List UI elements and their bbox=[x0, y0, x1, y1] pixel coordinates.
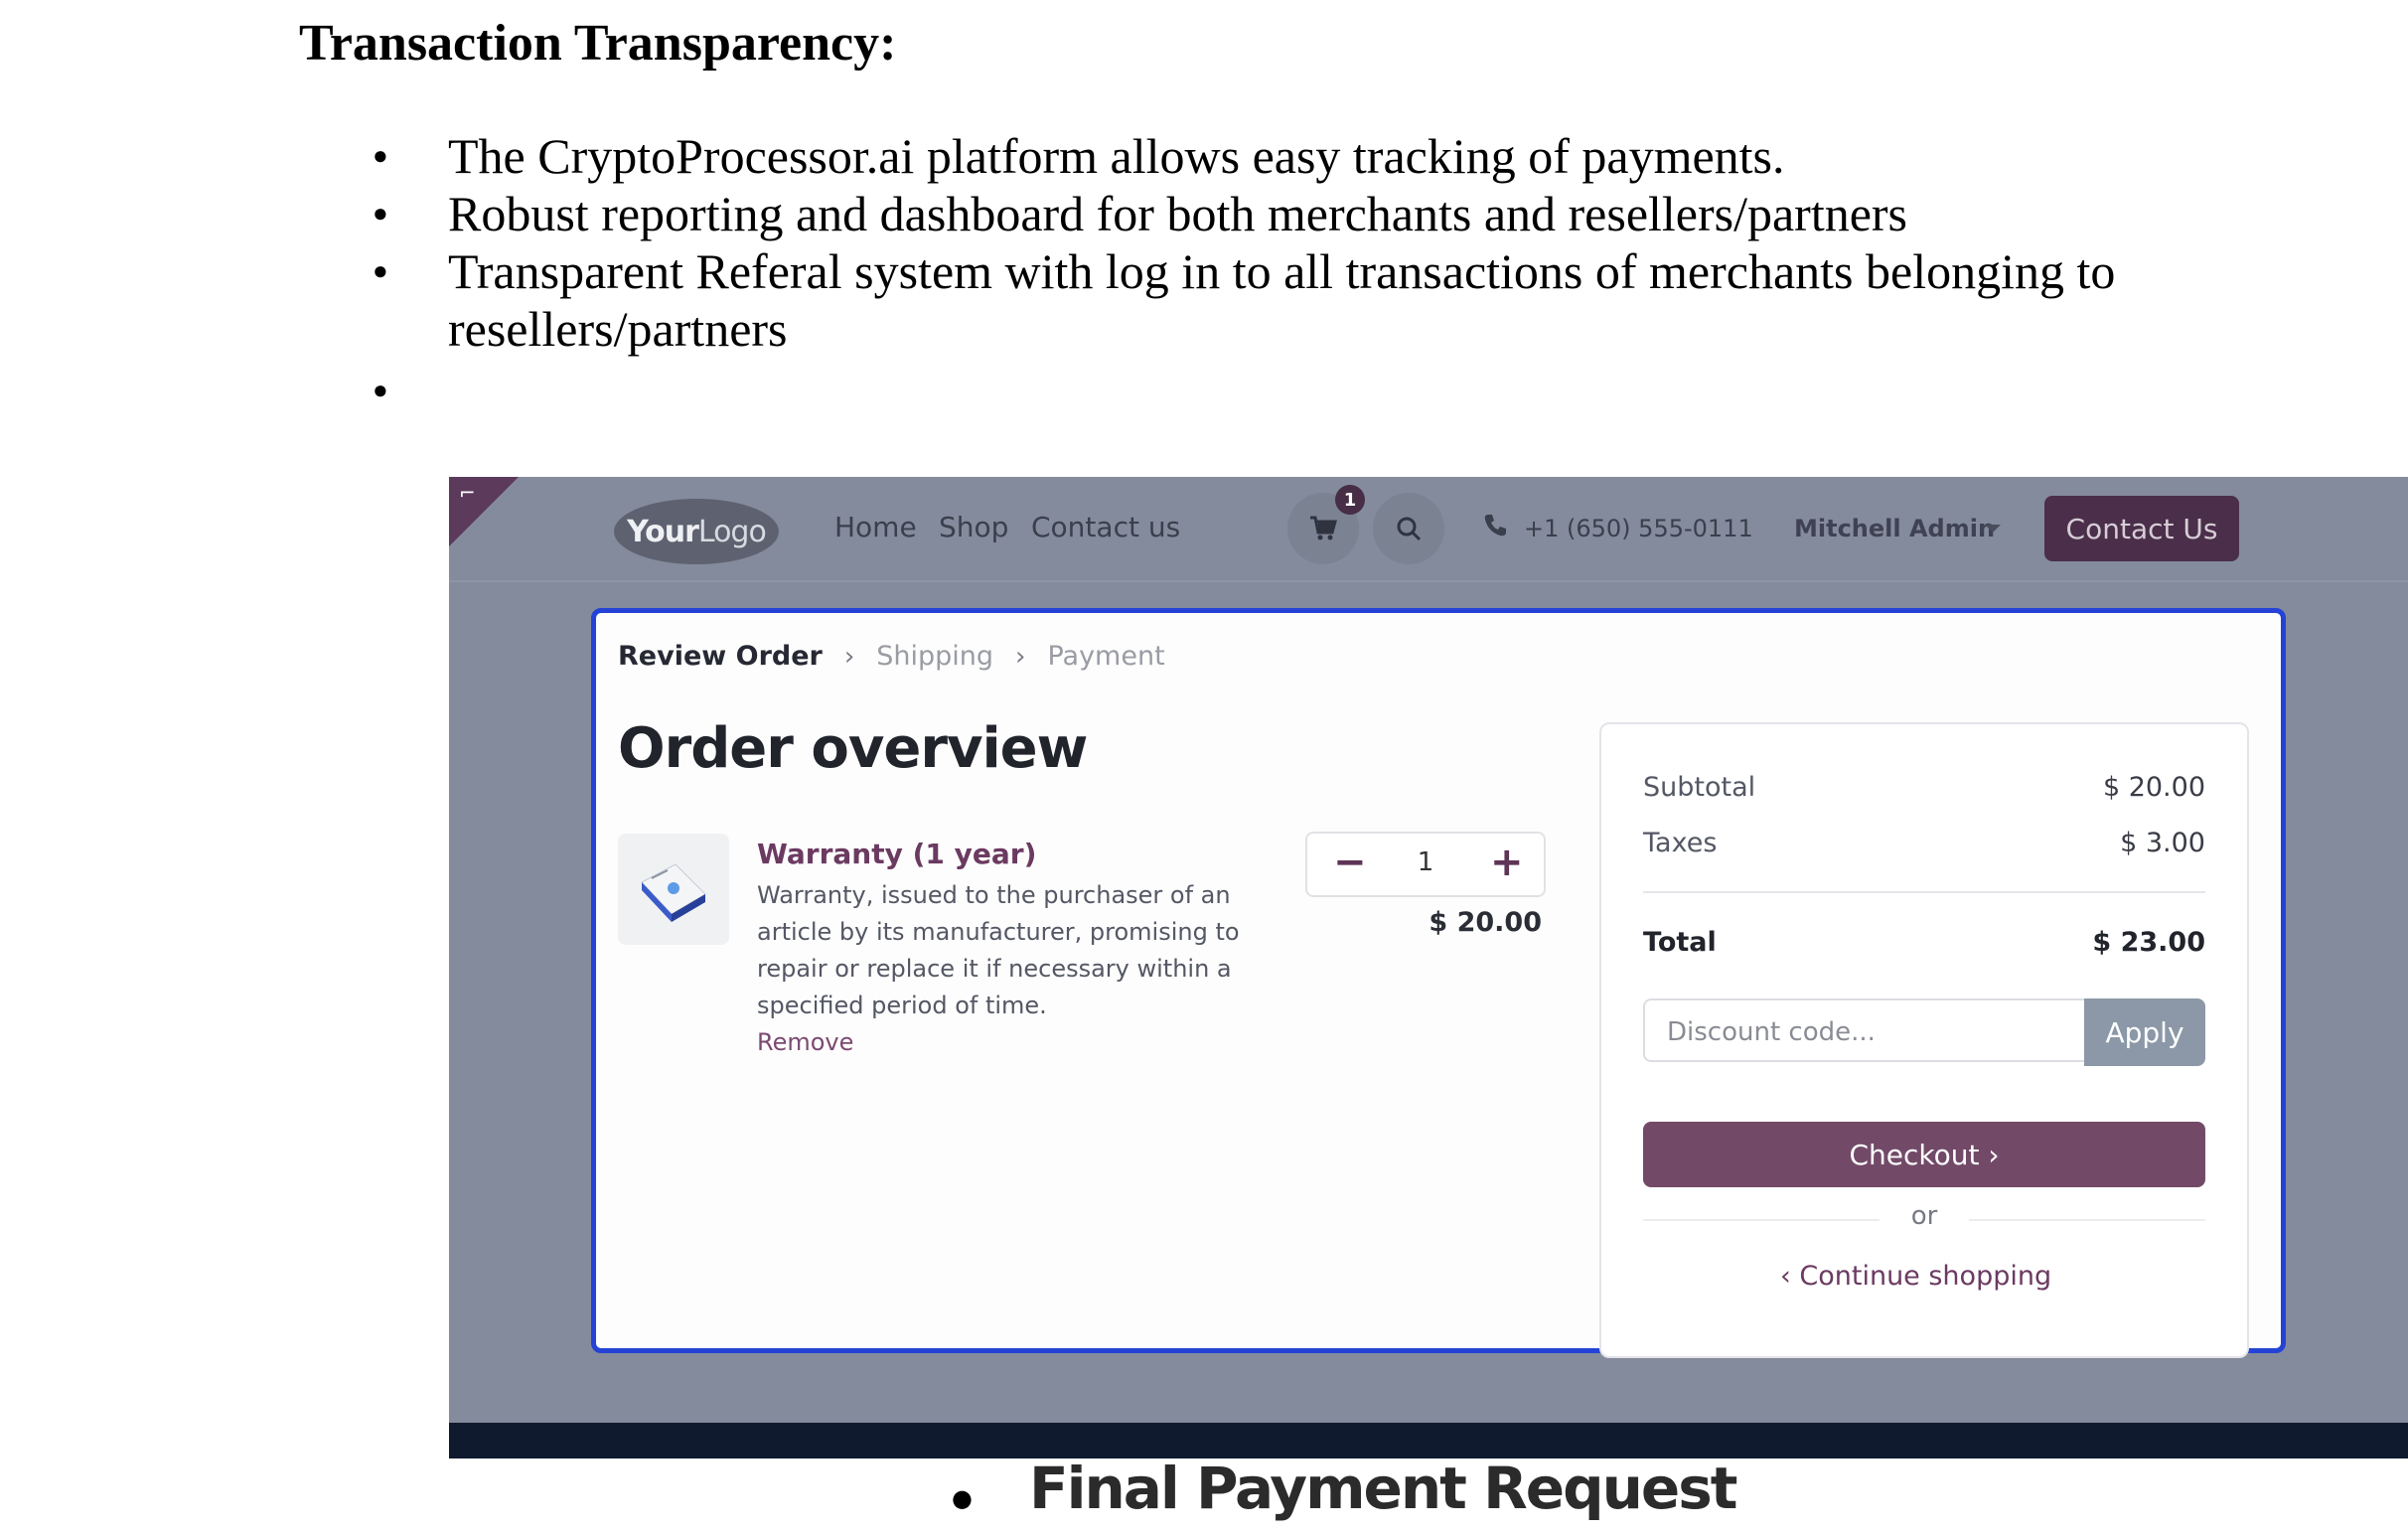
search-button[interactable] bbox=[1373, 493, 1444, 564]
site-logo[interactable]: Your Logo bbox=[614, 499, 779, 564]
breadcrumb: Review Order › Shipping › Payment bbox=[618, 641, 1165, 672]
bullet-dot: ● bbox=[373, 141, 388, 170]
discount-code-input[interactable]: Discount code... bbox=[1643, 998, 2084, 1062]
nav-link-home[interactable]: Home bbox=[834, 511, 917, 543]
subtotal-label: Subtotal bbox=[1643, 772, 1756, 803]
bullet-dot: ● bbox=[373, 256, 388, 285]
bullet-dot: ● bbox=[952, 1484, 973, 1512]
chevron-right-icon: › bbox=[843, 641, 855, 672]
nav-link-shop[interactable]: Shop bbox=[939, 511, 1008, 543]
chevron-right-icon: › bbox=[1015, 641, 1026, 672]
or-divider-left bbox=[1643, 1219, 1880, 1221]
line-price: $ 20.00 bbox=[1429, 907, 1542, 938]
taxes-label: Taxes bbox=[1643, 828, 1718, 858]
total-value: $ 23.00 bbox=[2092, 927, 2205, 958]
remove-link[interactable]: Remove bbox=[757, 1028, 853, 1056]
or-text: or bbox=[1910, 1201, 1938, 1231]
product-box-icon bbox=[641, 863, 706, 922]
cart-count-badge: 1 bbox=[1335, 485, 1365, 515]
bullet-item: ● Robust reporting and dashboard for bot… bbox=[373, 185, 2181, 242]
product-description: Warranty, issued to the purchaser of an … bbox=[757, 881, 1240, 1019]
logo-bold-text: Your bbox=[627, 514, 699, 549]
logo-light-text: Logo bbox=[697, 514, 767, 549]
continue-shopping-link[interactable]: ‹ Continue shopping bbox=[1780, 1261, 2051, 1292]
total-label: Total bbox=[1643, 927, 1717, 958]
bullet-text: Transparent Referal system with log in t… bbox=[448, 243, 2116, 357]
checkout-button[interactable]: Checkout › bbox=[1643, 1122, 2205, 1187]
bullet-text: The CryptoProcessor.ai platform allows e… bbox=[448, 128, 1785, 184]
cart-icon bbox=[1310, 516, 1337, 540]
product-name[interactable]: Warranty (1 year) bbox=[757, 838, 1036, 870]
page-title: Order overview bbox=[618, 716, 1088, 781]
breadcrumb-payment[interactable]: Payment bbox=[1047, 641, 1164, 672]
breadcrumb-review-order[interactable]: Review Order bbox=[618, 641, 823, 672]
bottom-bar bbox=[449, 1423, 2408, 1458]
phone-icon bbox=[1484, 515, 1506, 537]
breadcrumb-shipping[interactable]: Shipping bbox=[876, 641, 993, 672]
section-heading: Transaction Transparency: bbox=[299, 15, 897, 72]
contact-us-button[interactable]: Contact Us bbox=[2044, 496, 2239, 561]
taxes-value: $ 3.00 bbox=[2120, 828, 2205, 858]
bullet-dot: ● bbox=[373, 199, 388, 228]
apply-button[interactable]: Apply bbox=[2084, 998, 2205, 1066]
embedded-screenshot: ⌐ Your Logo Home Shop Contact us 1 +1 (6… bbox=[449, 477, 2408, 1458]
bullet-item: ● Transparent Referal system with log in… bbox=[373, 242, 2181, 358]
final-heading: Final Payment Request bbox=[1029, 1455, 1737, 1522]
search-icon bbox=[1397, 517, 1422, 541]
or-divider-right bbox=[1969, 1219, 2205, 1221]
order-panel: Review Order › Shipping › Payment Order … bbox=[591, 608, 2286, 1358]
product-image[interactable] bbox=[618, 834, 729, 945]
quantity-input[interactable]: 1 bbox=[1411, 847, 1440, 877]
bullet-item-empty: ● bbox=[373, 362, 2181, 419]
bullet-dot: ● bbox=[373, 376, 388, 404]
order-summary: Subtotal $ 20.00 Taxes $ 3.00 Total $ 23… bbox=[1599, 722, 2249, 1358]
quantity-stepper: − 1 + bbox=[1305, 832, 1546, 897]
caret-down-icon bbox=[1985, 525, 2001, 533]
bullet-item: ● The CryptoProcessor.ai platform allows… bbox=[373, 127, 2181, 185]
user-menu[interactable]: Mitchell Admin bbox=[1794, 515, 1995, 542]
plus-button[interactable]: + bbox=[1490, 840, 1524, 885]
minus-button[interactable]: − bbox=[1333, 840, 1367, 885]
summary-divider bbox=[1643, 891, 2205, 893]
phone-number[interactable]: +1 (650) 555-0111 bbox=[1524, 515, 1753, 542]
subtotal-value: $ 20.00 bbox=[2102, 772, 2205, 803]
nav-link-contact[interactable]: Contact us bbox=[1031, 511, 1180, 543]
bullet-text: Robust reporting and dashboard for both … bbox=[448, 186, 1908, 241]
site-navbar: Your Logo Home Shop Contact us 1 +1 (650)… bbox=[449, 477, 2408, 582]
bullet-list: ● The CryptoProcessor.ai platform allows… bbox=[373, 127, 2181, 419]
